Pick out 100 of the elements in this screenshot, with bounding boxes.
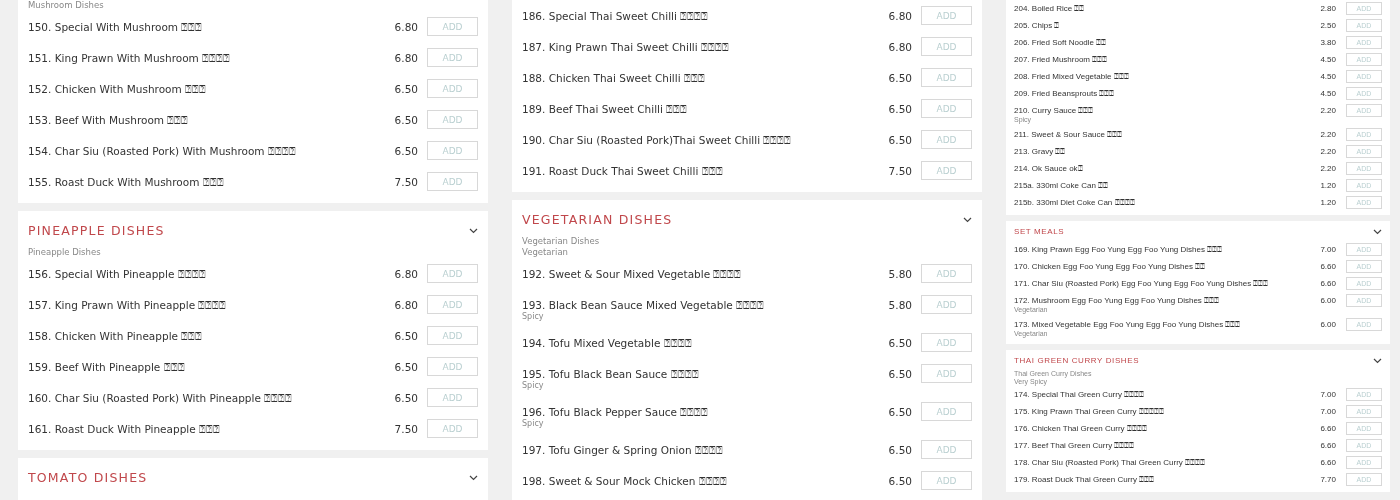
add-button[interactable]: ADD	[427, 48, 478, 67]
add-button[interactable]: ADD	[921, 37, 972, 56]
dish-price: 4.50	[1320, 71, 1336, 82]
dish-price: 6.50	[394, 329, 418, 343]
dish-price: 2.20	[1320, 105, 1336, 116]
add-button[interactable]: ADD	[921, 68, 972, 87]
dish-name: 179. Roast Duck Thai Green Curry ⍰⍰⍰	[1014, 475, 1155, 485]
dish-price: 7.50	[394, 422, 418, 436]
dish-name: 152. Chicken With Mushroom ⍰⍰⍰	[28, 82, 207, 96]
dish-price: 6.50	[888, 71, 912, 85]
dish-price: 6.00	[1320, 295, 1336, 306]
dish-price: 6.80	[394, 267, 418, 281]
dish-price: 6.60	[1320, 423, 1336, 434]
add-button[interactable]: ADD	[427, 172, 478, 191]
dish-note: Spicy	[522, 312, 544, 321]
dish-price: 3.80	[1320, 37, 1336, 48]
dish-price: 4.50	[1320, 88, 1336, 99]
dish-price: 2.20	[1320, 146, 1336, 157]
section-title: THAI GREEN CURRY DISHES	[1014, 356, 1140, 366]
add-button[interactable]: ADD	[921, 471, 972, 490]
dish-price: 6.80	[394, 51, 418, 65]
dish-price: 2.50	[1320, 20, 1336, 31]
dish-name: 177. Beef Thai Green Curry ⍰⍰⍰⍰	[1014, 441, 1135, 451]
dish-price: 6.50	[888, 405, 912, 419]
dish-price: 2.20	[1320, 163, 1336, 174]
add-button[interactable]: ADD	[921, 333, 972, 352]
add-button[interactable]: ADD	[921, 402, 972, 421]
dish-name: 178. Char Siu (Roasted Pork) Thai Green Curry ⍰⍰⍰⍰	[1014, 458, 1206, 468]
add-button[interactable]: ADD	[427, 357, 478, 376]
dish-name: 206. Fried Soft Noodle ⍰⍰	[1014, 38, 1107, 48]
add-button[interactable]: ADD	[427, 388, 478, 407]
dish-name: 204. Boiled Rice ⍰⍰	[1014, 4, 1085, 14]
dish-name: 193. Black Bean Sauce Mixed Vegetable ⍰⍰⍰⍰	[522, 298, 765, 312]
dish-name: 207. Fried Mushroom ⍰⍰⍰	[1014, 55, 1108, 65]
add-button[interactable]: ADD	[427, 264, 478, 283]
add-button[interactable]: ADD	[427, 295, 478, 314]
dish-price: 7.50	[888, 164, 912, 178]
dish-name: 188. Chicken Thai Sweet Chilli ⍰⍰⍰	[522, 71, 705, 85]
add-button[interactable]: ADD	[427, 110, 478, 129]
chevron-down-icon[interactable]	[469, 475, 478, 481]
dish-name: 150. Special With Mushroom ⍰⍰⍰	[28, 20, 203, 34]
add-button[interactable]: ADD	[921, 264, 972, 283]
dish-price: 5.80	[888, 298, 912, 312]
dish-name: 176. Chicken Thai Green Curry ⍰⍰⍰⍰	[1014, 424, 1147, 434]
dish-note: Spicy	[522, 419, 544, 428]
add-button[interactable]: ADD	[921, 99, 972, 118]
dish-name: 155. Roast Duck With Mushroom ⍰⍰⍰	[28, 175, 224, 189]
add-button[interactable]: ADD	[427, 17, 478, 36]
add-button[interactable]: ADD	[921, 295, 972, 314]
dish-price: 1.20	[1320, 197, 1336, 208]
dish-note: Spicy	[522, 381, 544, 390]
add-button[interactable]: ADD	[427, 141, 478, 160]
section-title: PINEAPPLE DISHES	[28, 223, 165, 239]
dish-name: 187. King Prawn Thai Sweet Chilli ⍰⍰⍰⍰	[522, 40, 730, 54]
dish-price: 1.20	[1320, 180, 1336, 191]
chevron-down-icon[interactable]	[469, 228, 478, 234]
dish-name: 208. Fried Mixed Vegetable ⍰⍰⍰	[1014, 72, 1129, 82]
section-description: Vegetarian Dishes	[522, 236, 601, 247]
section-description: Vegetarian	[522, 247, 569, 258]
add-button[interactable]: ADD	[921, 161, 972, 180]
dish-name: 158. Chicken With Pineapple ⍰⍰⍰	[28, 329, 203, 343]
add-button[interactable]: ADD	[427, 79, 478, 98]
add-button[interactable]: ADD	[921, 440, 972, 459]
dish-name: 215b. 330ml Diet Coke Can ⍰⍰⍰⍰	[1014, 198, 1135, 208]
dish-name: 194. Tofu Mixed Vegetable ⍰⍰⍰⍰	[522, 336, 692, 350]
section-description: Pineapple Dishes	[28, 247, 102, 258]
dish-name: 151. King Prawn With Mushroom ⍰⍰⍰⍰	[28, 51, 231, 65]
chevron-down-icon[interactable]	[1373, 358, 1382, 364]
dish-price: 6.50	[888, 367, 912, 381]
dish-price: 7.70	[1320, 474, 1336, 485]
dish-price: 6.60	[1320, 261, 1336, 272]
dish-price: 6.50	[394, 360, 418, 374]
dish-name: 174. Special Thai Green Curry ⍰⍰⍰⍰	[1014, 390, 1145, 400]
dish-price: 4.50	[1320, 54, 1336, 65]
chevron-down-icon[interactable]	[1373, 229, 1382, 235]
section-title: SET MEALS	[1014, 227, 1065, 237]
dish-price: 6.00	[1320, 319, 1336, 330]
add-button[interactable]: ADD	[921, 364, 972, 383]
dish-price: 7.00	[1320, 244, 1336, 255]
add-button[interactable]: ADD	[921, 130, 972, 149]
dish-name: 198. Sweet & Sour Mock Chicken ⍰⍰⍰⍰	[522, 474, 727, 488]
dish-price: 6.50	[888, 133, 912, 147]
dish-name: 214. Ok Sauce ok⍰	[1014, 164, 1083, 174]
add-button[interactable]: ADD	[921, 6, 972, 25]
dish-name: 171. Char Siu (Roasted Pork) Egg Foo Yung Egg Foo Yung Dishes ⍰⍰⍰	[1014, 279, 1269, 289]
dish-price: 6.80	[394, 298, 418, 312]
section-title: VEGETARIAN DISHES	[522, 212, 673, 228]
dish-name: 191. Roast Duck Thai Sweet Chilli ⍰⍰⍰	[522, 164, 723, 178]
dish-price: 6.50	[888, 443, 912, 457]
dish-price: 2.20	[1320, 129, 1336, 140]
dish-name: 159. Beef With Pineapple ⍰⍰⍰	[28, 360, 185, 374]
dish-price: 6.50	[888, 474, 912, 488]
dish-price: 6.80	[394, 20, 418, 34]
add-button[interactable]: ADD	[427, 419, 478, 438]
dish-name: 213. Gravy ⍰⍰	[1014, 147, 1066, 157]
chevron-down-icon[interactable]	[963, 217, 972, 223]
add-button[interactable]: ADD	[427, 326, 478, 345]
dish-name: 215a. 330ml Coke Can ⍰⍰	[1014, 181, 1109, 191]
dish-name: 160. Char Siu (Roasted Pork) With Pineapple ⍰⍰⍰⍰	[28, 391, 293, 405]
dish-price: 7.00	[1320, 389, 1336, 400]
